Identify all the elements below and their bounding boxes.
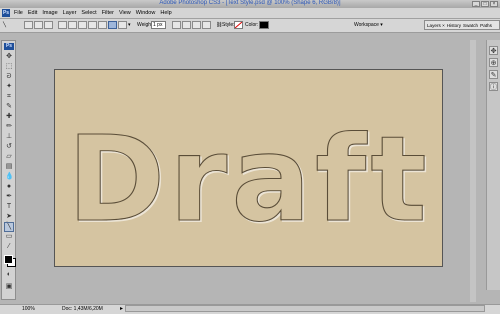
eraser-tool-icon[interactable]: ▱ — [5, 153, 13, 161]
healing-brush-tool-icon[interactable]: ✚ — [5, 113, 13, 121]
tab-swatches[interactable]: Swatch — [463, 23, 478, 28]
menu-filter[interactable]: Filter — [102, 8, 114, 18]
shape-mode-button-1[interactable] — [172, 21, 181, 29]
info-icon[interactable]: ⓘ — [489, 82, 498, 91]
line-tool-icon[interactable]: ╲ — [3, 21, 13, 30]
menu-window[interactable]: Window — [136, 8, 156, 18]
notes-tool-icon[interactable]: ▭ — [5, 233, 13, 241]
menu-bar: Ps File Edit Image Layer Select Filter V… — [0, 8, 500, 19]
tab-history[interactable]: History — [447, 23, 461, 28]
marquee-tool-icon[interactable]: ⬚ — [5, 63, 13, 71]
menu-edit[interactable]: Edit — [28, 8, 37, 18]
menu-file[interactable]: File — [14, 8, 23, 18]
toolbox-logo: Ps — [4, 43, 14, 50]
workspace-button[interactable]: Workspace ▾ — [354, 21, 383, 30]
polygon-shape-button[interactable] — [98, 21, 107, 29]
style-picker[interactable] — [234, 21, 243, 29]
minimize-button[interactable]: _ — [472, 1, 480, 7]
weight-input[interactable]: 1 px — [151, 21, 166, 29]
quick-mask-icon[interactable]: ◐ — [5, 271, 13, 279]
path-selection-tool-icon[interactable]: ➤ — [5, 213, 13, 221]
color-label: Color: — [245, 22, 259, 28]
slice-tool-icon[interactable]: ✎ — [5, 103, 13, 111]
ellipse-shape-button[interactable] — [88, 21, 97, 29]
app-logo: Ps — [2, 9, 10, 17]
tool-presets-icon[interactable]: ✥ — [489, 46, 498, 55]
shape-tool-icon[interactable]: ╲ — [4, 222, 14, 232]
shape-mode-button-4[interactable] — [202, 21, 211, 29]
menu-help[interactable]: Help — [160, 8, 171, 18]
shape-layers-button[interactable] — [24, 21, 33, 29]
navigator-icon[interactable]: ⊕ — [489, 58, 498, 67]
history-brush-tool-icon[interactable]: ↺ — [5, 143, 13, 151]
style-label: Style: — [222, 22, 235, 28]
right-dock: ✥ ⊕ ✎ ⓘ — [486, 40, 500, 290]
crop-tool-icon[interactable]: ⌗ — [5, 93, 13, 101]
pen-tool-icon[interactable]: ✒ — [5, 193, 13, 201]
stamp-tool-icon[interactable]: ⊥ — [5, 133, 13, 141]
menu-select[interactable]: Select — [81, 8, 96, 18]
horizontal-scrollbar[interactable] — [125, 305, 485, 312]
menu-layer[interactable]: Layer — [63, 8, 77, 18]
brushes-icon[interactable]: ✎ — [489, 70, 498, 79]
draft-text-artwork: Draft — [67, 109, 431, 248]
foreground-color-swatch[interactable] — [4, 255, 13, 264]
blur-tool-icon[interactable]: 💧 — [5, 173, 14, 181]
palette-well: Layers × History Swatch Paths — [424, 19, 500, 31]
paths-button[interactable] — [34, 21, 43, 29]
menu-view[interactable]: View — [119, 8, 131, 18]
menu-image[interactable]: Image — [42, 8, 57, 18]
maximize-button[interactable]: □ — [481, 1, 489, 7]
line-shape-button[interactable] — [108, 21, 117, 29]
lasso-tool-icon[interactable]: ᘐ — [5, 73, 13, 81]
tab-paths[interactable]: Paths — [480, 23, 492, 28]
rounded-rect-shape-button[interactable] — [78, 21, 87, 29]
document-canvas[interactable]: Draft — [54, 69, 443, 267]
canvas-text: Draft — [67, 110, 431, 248]
window-title: Adobe Photoshop CS3 - [Text Style.psd @ … — [159, 0, 341, 6]
gradient-tool-icon[interactable]: ▤ — [5, 163, 13, 171]
magic-wand-tool-icon[interactable]: ✦ — [5, 83, 13, 91]
eyedropper-tool-icon[interactable]: ⁄ — [5, 243, 13, 251]
chevron-down-icon[interactable]: ▾ — [128, 21, 131, 30]
dodge-tool-icon[interactable]: ● — [5, 183, 13, 191]
color-swatch[interactable] — [259, 21, 269, 29]
type-tool-icon[interactable]: T — [5, 203, 13, 211]
vertical-scrollbar[interactable] — [470, 40, 476, 302]
rectangle-shape-button[interactable] — [68, 21, 77, 29]
fill-pixels-button[interactable] — [44, 21, 53, 29]
title-bar: Adobe Photoshop CS3 - [Text Style.psd @ … — [0, 0, 500, 8]
palette-well-tabs: Layers × History Swatch Paths — [424, 20, 500, 30]
toolbox: Ps ✥ ⬚ ᘐ ✦ ⌗ ✎ ✚ ✏ ⊥ ↺ ▱ ▤ 💧 ● ✒ T ➤ ╲ ▭… — [1, 40, 16, 300]
brush-tool-icon[interactable]: ✏ — [5, 123, 13, 131]
close-button[interactable]: × — [490, 1, 498, 7]
move-tool-icon[interactable]: ✥ — [5, 53, 13, 61]
screen-mode-icon[interactable]: ▣ — [5, 283, 13, 291]
shape-mode-button-3[interactable] — [192, 21, 201, 29]
pen-shape-button[interactable] — [58, 21, 67, 29]
window-controls: _ □ × — [472, 1, 498, 7]
shape-mode-button-2[interactable] — [182, 21, 191, 29]
custom-shape-button[interactable] — [118, 21, 127, 29]
tab-layers[interactable]: Layers × — [427, 23, 445, 28]
